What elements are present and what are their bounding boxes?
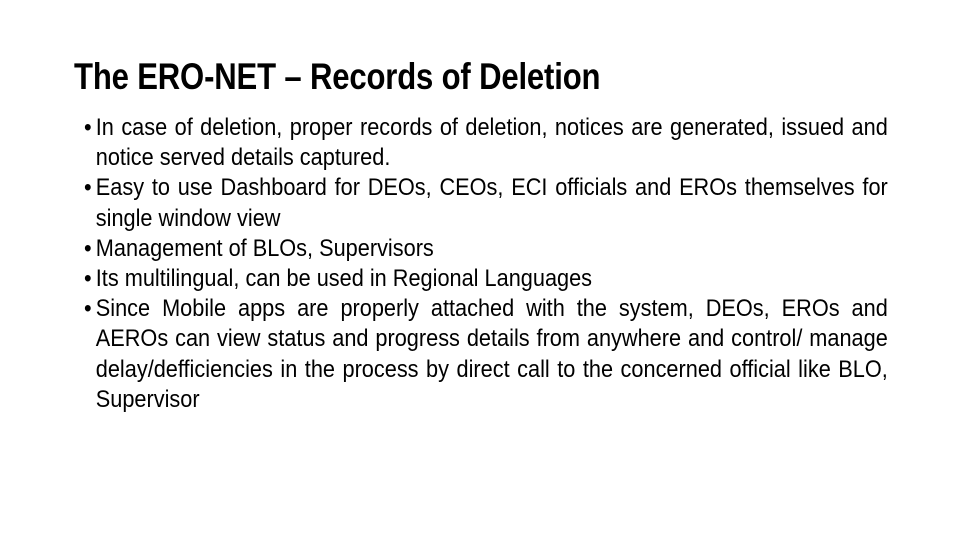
list-item: • Its multilingual, can be used in Regio… <box>84 264 888 294</box>
slide-canvas: The ERO-NET – Records of Deletion • In c… <box>0 0 960 540</box>
bullet-list: • In case of deletion, proper records of… <box>84 113 888 415</box>
page-title: The ERO-NET – Records of Deletion <box>74 56 601 97</box>
list-item-text: Since Mobile apps are properly attached … <box>95 295 888 413</box>
list-item-text: Management of BLOs, Supervisors <box>95 234 434 262</box>
list-item-text: Easy to use Dashboard for DEOs, CEOs, EC… <box>95 174 888 232</box>
list-item-text: In case of deletion, proper records of d… <box>95 114 888 172</box>
bullet-point-icon: • <box>84 265 92 293</box>
list-item: • Since Mobile apps are properly attache… <box>84 294 888 415</box>
list-item-text: Its multilingual, can be used in Regiona… <box>95 265 593 293</box>
list-item: • Easy to use Dashboard for DEOs, CEOs, … <box>84 173 888 233</box>
bullet-point-icon: • <box>84 234 92 262</box>
bullet-point-icon: • <box>84 295 92 323</box>
bullet-point-icon: • <box>84 174 92 202</box>
list-item: • Management of BLOs, Supervisors <box>84 234 888 264</box>
bullet-point-icon: • <box>84 114 92 141</box>
list-item: • In case of deletion, proper records of… <box>84 113 888 173</box>
